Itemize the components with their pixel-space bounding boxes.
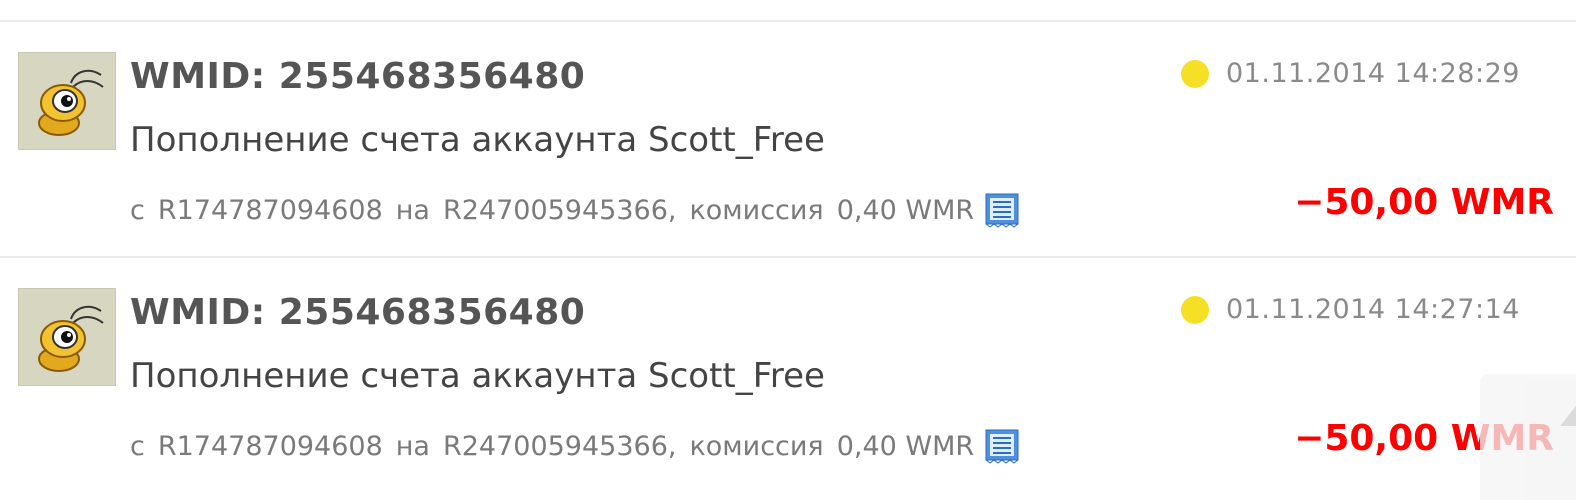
scroll-up-button[interactable] <box>1480 374 1576 500</box>
transaction-history: WMID: 255468356480 Пополнение счета акка… <box>0 0 1576 500</box>
scroll-up-icon <box>1556 402 1576 442</box>
transaction-description: Пополнение счета аккаунта Scott_Free <box>130 356 825 396</box>
transaction-datetime: 01.11.2014 14:28:29 <box>1226 58 1520 89</box>
commission-label: комиссия <box>689 431 823 462</box>
from-purse: R174787094608 <box>158 195 383 226</box>
from-label: с <box>130 195 145 226</box>
ant-avatar-icon[interactable] <box>18 288 116 386</box>
commission-value: 0,40 WMR <box>837 195 974 226</box>
to-label: на <box>396 195 430 226</box>
sender-wmid: WMID: 255468356480 <box>130 292 585 333</box>
from-purse: R174787094608 <box>158 431 383 462</box>
to-label: на <box>396 431 430 462</box>
transaction-description: Пополнение счета аккаунта Scott_Free <box>130 120 825 160</box>
to-purse: R247005945366, <box>443 431 676 462</box>
transaction-datetime: 01.11.2014 14:27:14 <box>1226 294 1520 325</box>
receipt-icon[interactable] <box>984 192 1020 228</box>
status-dot-icon <box>1181 60 1209 88</box>
transaction-details: с R174787094608 на R247005945366, комисс… <box>130 192 1020 228</box>
transaction-item[interactable]: WMID: 255468356480 Пополнение счета акка… <box>0 22 1576 258</box>
commission-value: 0,40 WMR <box>837 431 974 462</box>
transaction-item[interactable]: WMID: 255468356480 Пополнение счета акка… <box>0 258 1576 494</box>
commission-label: комиссия <box>689 195 823 226</box>
transaction-amount: −50,00 WMR <box>1294 182 1554 223</box>
ant-avatar-icon[interactable] <box>18 52 116 150</box>
from-label: с <box>130 431 145 462</box>
transaction-details: с R174787094608 на R247005945366, комисс… <box>130 428 1020 464</box>
receipt-icon[interactable] <box>984 428 1020 464</box>
to-purse: R247005945366, <box>443 195 676 226</box>
status-dot-icon <box>1181 296 1209 324</box>
sender-wmid: WMID: 255468356480 <box>130 56 585 97</box>
